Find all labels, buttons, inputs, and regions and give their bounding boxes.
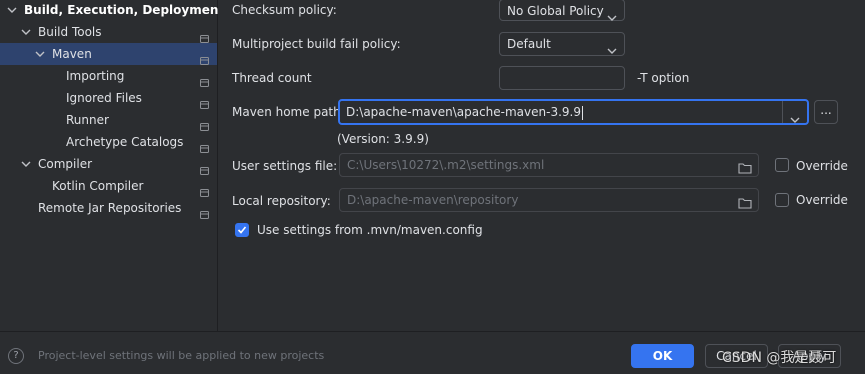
tree-item-build-tools[interactable]: Build Tools — [0, 21, 217, 43]
chevron-down-icon — [790, 109, 800, 131]
maven-home-path-value: D:\apache-maven\apache-maven-3.9.9 — [346, 105, 581, 119]
watermark: CSDN @我是聂可 — [722, 350, 837, 366]
project-settings-icon — [200, 160, 209, 175]
tree-item-label: Importing — [66, 69, 125, 83]
use-mvn-config-checkbox[interactable] — [235, 223, 249, 237]
user-settings-label: User settings file: — [232, 159, 338, 173]
thread-count-label: Thread count — [232, 71, 312, 85]
tree-item-label: Runner — [66, 113, 109, 127]
folder-icon[interactable] — [738, 159, 752, 181]
project-settings-icon — [200, 94, 209, 109]
multiproject-fail-policy-select[interactable]: Default — [499, 32, 625, 56]
local-repository-label: Local repository: — [232, 194, 331, 208]
local-repository-path-field[interactable]: D:\apache-maven\repository — [339, 188, 759, 212]
chevron-down-icon — [607, 40, 617, 62]
maven-home-path-select[interactable]: D:\apache-maven\apache-maven-3.9.9 — [338, 99, 809, 125]
settings-sidebar: Build, Execution, Deployment Build Tools… — [0, 0, 224, 331]
project-settings-icon — [200, 204, 209, 219]
chevron-down-icon[interactable] — [34, 43, 46, 65]
dialog-footer: ? Project-level settings will be applied… — [0, 331, 865, 374]
ok-button[interactable]: OK — [631, 344, 694, 368]
thread-count-hint: -T option — [637, 71, 690, 85]
tree-item-label: Build Tools — [38, 25, 102, 39]
footer-note: Project-level settings will be applied t… — [38, 349, 325, 362]
checksum-policy-label: Checksum policy: — [232, 3, 337, 17]
tree-item-archetype-catalogs[interactable]: Archetype Catalogs — [0, 131, 217, 153]
user-settings-path-value: C:\Users\10272\.m2\settings.xml — [347, 158, 545, 172]
tree-item-label: Ignored Files — [66, 91, 142, 105]
tree-item-build-execution-deployment[interactable]: Build, Execution, Deployment — [0, 0, 224, 21]
browse-maven-home-button[interactable]: ... — [814, 100, 838, 124]
local-repository-override-checkbox[interactable] — [775, 193, 789, 207]
tree-item-label: Remote Jar Repositories — [38, 201, 182, 215]
tree-item-label: Build, Execution, Deployment — [24, 3, 225, 17]
user-settings-path-field[interactable]: C:\Users\10272\.m2\settings.xml — [339, 153, 759, 177]
local-repository-override-label: Override — [796, 193, 848, 207]
user-settings-override-checkbox[interactable] — [775, 158, 789, 172]
tree-item-label: Archetype Catalogs — [66, 135, 184, 149]
user-settings-override-label: Override — [796, 159, 848, 173]
multiproject-fail-policy-label: Multiproject build fail policy: — [232, 37, 401, 51]
checkmark-icon — [237, 226, 247, 234]
combo-divider — [782, 101, 783, 123]
project-settings-icon — [200, 116, 209, 131]
local-repository-path-value: D:\apache-maven\repository — [347, 193, 519, 207]
tree-item-ignored-files[interactable]: Ignored Files — [0, 87, 217, 109]
tree-item-maven[interactable]: Maven — [0, 43, 217, 65]
chevron-down-icon[interactable] — [20, 153, 32, 175]
project-settings-icon — [200, 182, 209, 197]
use-mvn-config-label: Use settings from .mvn/maven.config — [257, 223, 483, 237]
text-cursor — [581, 105, 583, 120]
project-settings-icon — [200, 138, 209, 153]
project-settings-icon — [200, 28, 209, 43]
project-settings-icon — [200, 72, 209, 87]
chevron-down-icon — [607, 7, 617, 29]
thread-count-input[interactable] — [499, 66, 625, 90]
tree-item-remote-jar-repositories[interactable]: Remote Jar Repositories — [0, 197, 217, 219]
maven-home-label: Maven home path: — [232, 105, 345, 119]
tree-item-runner[interactable]: Runner — [0, 109, 217, 131]
checksum-policy-value: No Global Policy — [507, 4, 604, 18]
chevron-down-icon[interactable] — [20, 21, 32, 43]
checksum-policy-select[interactable]: No Global Policy — [499, 0, 625, 21]
tree-item-kotlin-compiler[interactable]: Kotlin Compiler — [0, 175, 217, 197]
tree-item-label: Compiler — [38, 157, 93, 171]
tree-item-label: Kotlin Compiler — [52, 179, 144, 193]
folder-icon[interactable] — [738, 194, 752, 216]
help-button[interactable]: ? — [8, 348, 24, 364]
maven-version-text: (Version: 3.9.9) — [337, 132, 429, 146]
multiproject-fail-policy-value: Default — [507, 37, 551, 51]
chevron-down-icon[interactable] — [6, 0, 18, 21]
tree-item-importing[interactable]: Importing — [0, 65, 217, 87]
tree-item-compiler[interactable]: Compiler — [0, 153, 217, 175]
project-settings-icon — [200, 50, 209, 65]
tree-item-label: Maven — [52, 47, 92, 61]
maven-settings-panel: Checksum policy: No Global Policy Multip… — [218, 0, 865, 331]
